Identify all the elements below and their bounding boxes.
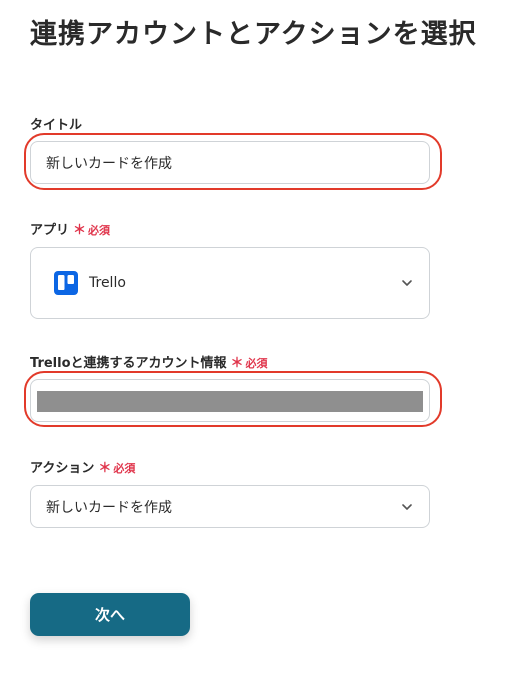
- trello-logo-icon: [54, 271, 78, 295]
- app-select[interactable]: Trello: [30, 247, 430, 319]
- action-select[interactable]: 新しいカードを作成: [30, 485, 430, 528]
- account-field-label-text: Trelloと連携するアカウント情報: [30, 356, 227, 371]
- redacted-account-value: [37, 391, 423, 412]
- required-asterisk: ＊: [230, 356, 244, 371]
- chevron-down-icon: [402, 280, 412, 286]
- app-field-label-text: アプリ: [30, 223, 70, 238]
- action-field-label: アクション＊必須: [30, 457, 135, 476]
- app-field-label: アプリ＊必須: [30, 219, 110, 238]
- title-input-value: 新しいカードを作成: [46, 155, 172, 172]
- app-select-value: Trello: [89, 275, 126, 291]
- page-title: 連携アカウントとアクションを選択: [30, 19, 477, 50]
- next-button[interactable]: 次へ: [30, 593, 190, 636]
- required-text: 必須: [113, 462, 136, 475]
- required-asterisk: ＊: [98, 461, 112, 476]
- chevron-down-icon: [402, 503, 412, 510]
- title-field-label-text: タイトル: [30, 118, 83, 133]
- required-badge: ＊必須: [230, 356, 268, 371]
- required-badge: ＊必須: [98, 461, 136, 476]
- action-field-label-text: アクション: [30, 461, 95, 476]
- account-field-label: Trelloと連携するアカウント情報＊必須: [30, 352, 268, 371]
- required-text: 必須: [88, 224, 111, 237]
- title-input[interactable]: 新しいカードを作成: [30, 141, 430, 184]
- account-select[interactable]: [30, 379, 430, 422]
- required-asterisk: ＊: [73, 223, 87, 238]
- title-field-label: タイトル: [30, 114, 82, 133]
- required-badge: ＊必須: [73, 223, 111, 238]
- action-select-value: 新しいカードを作成: [46, 499, 172, 516]
- required-text: 必須: [245, 357, 268, 370]
